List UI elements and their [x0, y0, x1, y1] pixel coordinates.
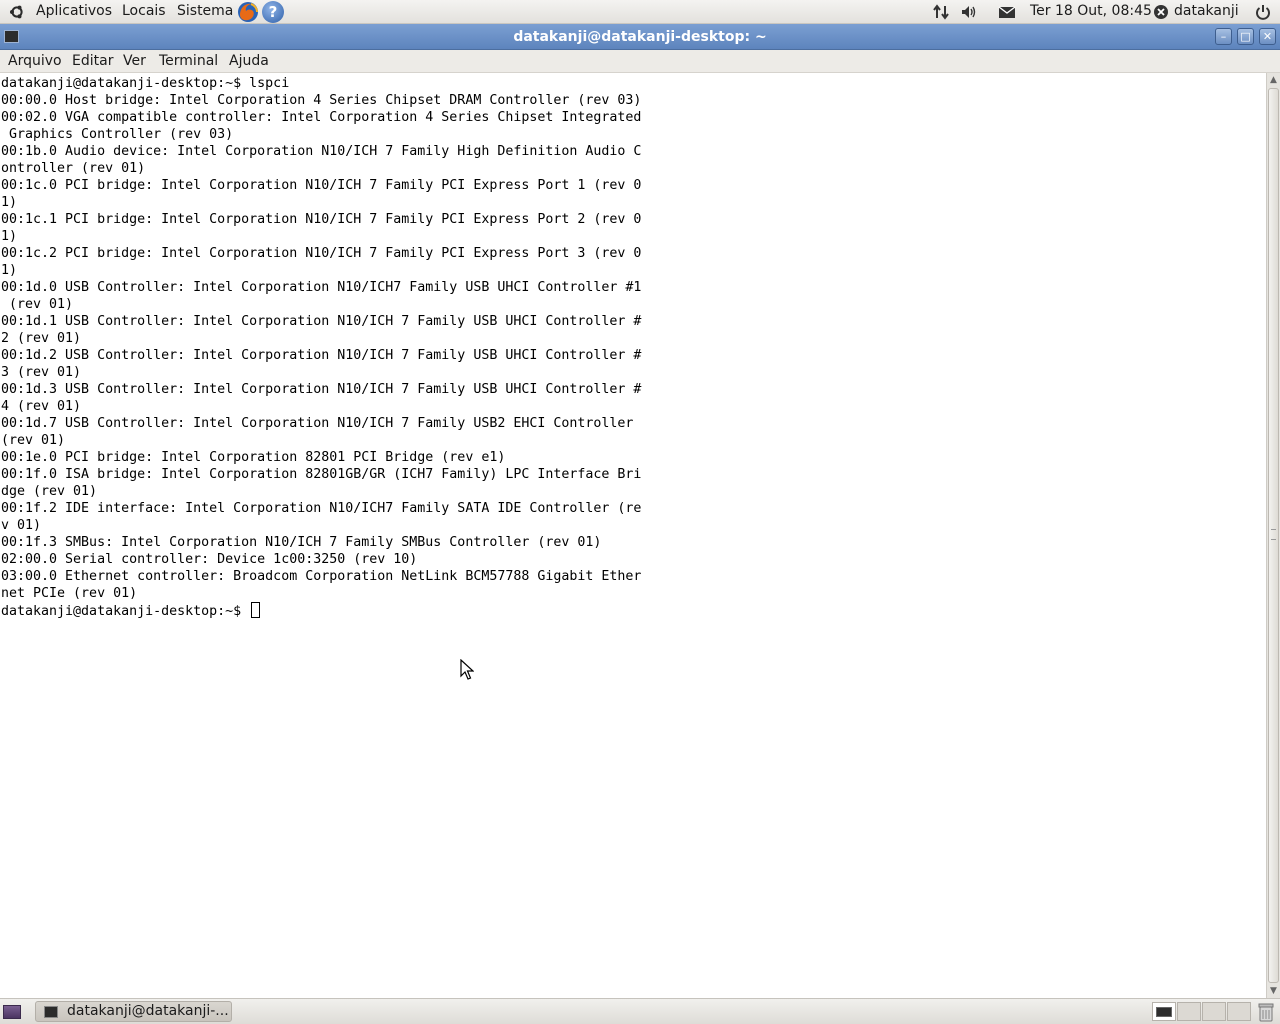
workspace-window-icon	[1156, 1007, 1172, 1017]
workspace-1[interactable]	[1152, 1002, 1176, 1021]
volume-icon[interactable]	[960, 3, 978, 21]
terminal-line: 00:1b.0 Audio device: Intel Corporation …	[1, 144, 642, 159]
terminal-line: 00:1e.0 PCI bridge: Intel Corporation 82…	[1, 450, 506, 465]
user-menu[interactable]: datakanji	[1174, 0, 1239, 24]
help-icon[interactable]: ?	[262, 1, 284, 23]
terminal-line: dge (rev 01)	[1, 484, 98, 499]
terminal-line: 3 (rev 01)	[1, 365, 82, 380]
maximize-button[interactable]: □	[1237, 28, 1254, 45]
power-icon[interactable]	[1254, 3, 1272, 21]
trash-icon[interactable]	[1257, 1002, 1275, 1022]
top-panel: Aplicativos Locais Sistema ? Ter 18 Out,…	[0, 0, 1280, 24]
terminal-line: 1)	[1, 195, 18, 210]
terminal-line: 00:1d.3 USB Controller: Intel Corporatio…	[1, 382, 642, 397]
terminal-line: 2 (rev 01)	[1, 331, 82, 346]
terminal-line: 00:1c.2 PCI bridge: Intel Corporation N1…	[1, 246, 642, 261]
terminal-area[interactable]: datakanji@datakanji-desktop:~$ lspci 00:0…	[0, 73, 1266, 998]
terminal-line: 02:00.0 Serial controller: Device 1c00:3…	[1, 552, 418, 567]
menubar: Arquivo Editar Ver Terminal Ajuda	[0, 50, 1280, 73]
menu-system[interactable]: Sistema	[177, 0, 233, 24]
menu-ver[interactable]: Ver	[123, 52, 146, 71]
terminal-output: datakanji@datakanji-desktop:~$ lspci 00:0…	[1, 75, 641, 619]
terminal-line: 00:1d.2 USB Controller: Intel Corporatio…	[1, 348, 642, 363]
terminal-line: 00:1d.0 USB Controller: Intel Corporatio…	[1, 280, 642, 295]
window-titlebar[interactable]: datakanji@datakanji-desktop: ~ – □ ✕	[0, 24, 1280, 50]
terminal-line: 00:1c.0 PCI bridge: Intel Corporation N1…	[1, 178, 642, 193]
mail-icon[interactable]	[998, 3, 1016, 21]
terminal-line: 00:02.0 VGA compatible controller: Intel…	[1, 110, 642, 125]
terminal-prompt-line: datakanji@datakanji-desktop:~$	[1, 602, 641, 619]
menu-applications[interactable]: Aplicativos	[36, 0, 112, 24]
show-desktop-icon[interactable]	[3, 1005, 21, 1019]
terminal-line: v 01)	[1, 518, 42, 533]
firefox-icon[interactable]	[236, 0, 260, 24]
terminal-line: 00:1f.0 ISA bridge: Intel Corporation 82…	[1, 467, 642, 482]
terminal-line: net PCIe (rev 01)	[1, 586, 138, 601]
network-icon[interactable]	[932, 3, 950, 21]
user-status-icon[interactable]	[1153, 4, 1169, 20]
terminal-line: 4 (rev 01)	[1, 399, 82, 414]
workspace-2[interactable]	[1177, 1002, 1201, 1021]
terminal-line: 00:1f.3 SMBus: Intel Corporation N10/ICH…	[1, 535, 602, 550]
terminal-line: 00:1c.1 PCI bridge: Intel Corporation N1…	[1, 212, 642, 227]
terminal-line: 00:1d.7 USB Controller: Intel Corporatio…	[1, 416, 634, 431]
terminal-prompt: datakanji@datakanji-desktop:~$	[1, 604, 250, 619]
clock[interactable]: Ter 18 Out, 08:45	[1030, 0, 1152, 24]
menu-editar[interactable]: Editar	[72, 52, 113, 71]
terminal-cursor	[251, 602, 261, 618]
terminal-line: ontroller (rev 01)	[1, 161, 146, 176]
close-button[interactable]: ✕	[1259, 28, 1276, 45]
terminal-line: 00:1d.1 USB Controller: Intel Corporatio…	[1, 314, 642, 329]
menu-arquivo[interactable]: Arquivo	[8, 52, 62, 71]
terminal-line: datakanji@datakanji-desktop:~$ lspci	[1, 76, 290, 91]
workspace-4[interactable]	[1227, 1002, 1251, 1021]
minimize-button[interactable]: –	[1215, 28, 1232, 45]
terminal-line: Graphics Controller (rev 03)	[1, 127, 234, 142]
mouse-pointer-icon	[460, 659, 474, 680]
terminal-line: 1)	[1, 263, 18, 278]
scroll-grip-icon	[1271, 529, 1276, 540]
ubuntu-logo-icon[interactable]	[9, 4, 25, 20]
terminal-line: 00:1f.2 IDE interface: Intel Corporation…	[1, 501, 642, 516]
terminal-task-icon	[44, 1006, 58, 1018]
menu-places[interactable]: Locais	[122, 0, 166, 24]
scroll-down-arrow-icon[interactable]: ▼	[1267, 984, 1280, 998]
window-title: datakanji@datakanji-desktop: ~	[513, 29, 767, 45]
terminal-line: 1)	[1, 229, 18, 244]
taskbar-terminal-label: datakanji@datakanji-...	[67, 1003, 229, 1019]
terminal-line: 03:00.0 Ethernet controller: Broadcom Co…	[1, 569, 642, 584]
scrollbar-thumb[interactable]	[1268, 88, 1279, 983]
menu-terminal[interactable]: Terminal	[159, 52, 218, 71]
workspace-3[interactable]	[1202, 1002, 1226, 1021]
vertical-scrollbar[interactable]: ▲ ▼	[1266, 73, 1280, 998]
bottom-panel: datakanji@datakanji-...	[0, 998, 1280, 1024]
terminal-line: (rev 01)	[1, 433, 66, 448]
taskbar-terminal-button[interactable]: datakanji@datakanji-...	[35, 1001, 232, 1022]
terminal-line: (rev 01)	[1, 297, 74, 312]
scroll-up-arrow-icon[interactable]: ▲	[1267, 73, 1280, 87]
terminal-line: 00:00.0 Host bridge: Intel Corporation 4…	[1, 93, 642, 108]
menu-ajuda[interactable]: Ajuda	[229, 52, 269, 71]
